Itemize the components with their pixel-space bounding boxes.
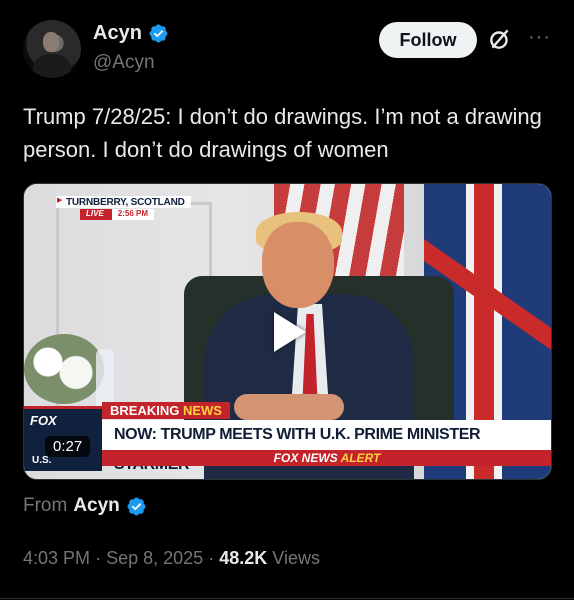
breaking-news-tag: BREAKING NEWS xyxy=(102,402,230,419)
follow-button[interactable]: Follow xyxy=(379,22,477,58)
tweet-header: Acyn @Acyn Follow ··· xyxy=(23,18,553,78)
author-handle[interactable]: @Acyn xyxy=(93,52,155,74)
breaking-news-word: NEWS xyxy=(182,403,222,418)
flowers xyxy=(24,334,104,404)
video-duration: 0:27 xyxy=(45,436,91,457)
video-player[interactable]: TURNBERRY, SCOTLAND LIVE 2:56 PM FOX U.S… xyxy=(23,183,552,480)
avatar-face xyxy=(43,32,59,52)
location-label: TURNBERRY, SCOTLAND xyxy=(56,196,191,208)
tweet-date[interactable]: Sep 8, 2025 xyxy=(106,548,203,568)
divider xyxy=(0,598,574,599)
avatar-body xyxy=(33,54,71,78)
views-label: Views xyxy=(272,548,320,568)
from-attribution: From Acyn xyxy=(23,495,147,517)
more-icon[interactable]: ··· xyxy=(528,26,551,49)
alert-word: ALERT xyxy=(340,451,381,465)
lower-third: BREAKING NEWS NOW: TRUMP MEETS WITH U.K.… xyxy=(102,402,551,473)
live-label: LIVE xyxy=(80,209,112,220)
live-time: 2:56 PM xyxy=(111,209,155,220)
tweet-text: Trump 7/28/25: I don’t do drawings. I’m … xyxy=(23,104,542,162)
breaking-word: BREAKING xyxy=(110,403,180,418)
author-name-row[interactable]: Acyn xyxy=(93,22,169,45)
meta-separator: · xyxy=(95,548,102,568)
live-indicator: LIVE 2:56 PM xyxy=(80,209,155,220)
from-author[interactable]: Acyn xyxy=(73,495,119,517)
author-name[interactable]: Acyn xyxy=(93,22,142,45)
grok-icon[interactable] xyxy=(487,26,513,52)
verified-badge-icon xyxy=(149,24,168,43)
tweet-meta: 4:03 PM · Sep 8, 2025 · 48.2K Views xyxy=(23,548,320,569)
alert-prefix: FOX NEWS xyxy=(273,451,338,465)
tweet-time[interactable]: 4:03 PM xyxy=(23,548,90,568)
avatar[interactable] xyxy=(23,20,81,78)
water-bottle xyxy=(96,349,114,409)
play-icon[interactable] xyxy=(274,312,306,352)
fox-news-alert: FOX NEWS ALERT xyxy=(102,450,551,466)
person-head xyxy=(262,222,334,308)
fox-logo-text: FOX xyxy=(30,413,57,428)
verified-badge-icon xyxy=(127,497,146,515)
meta-separator: · xyxy=(208,548,215,568)
news-headline: NOW: TRUMP MEETS WITH U.K. PRIME MINISTE… xyxy=(102,420,551,473)
from-label: From xyxy=(23,495,68,516)
views-count[interactable]: 48.2K xyxy=(219,548,267,568)
